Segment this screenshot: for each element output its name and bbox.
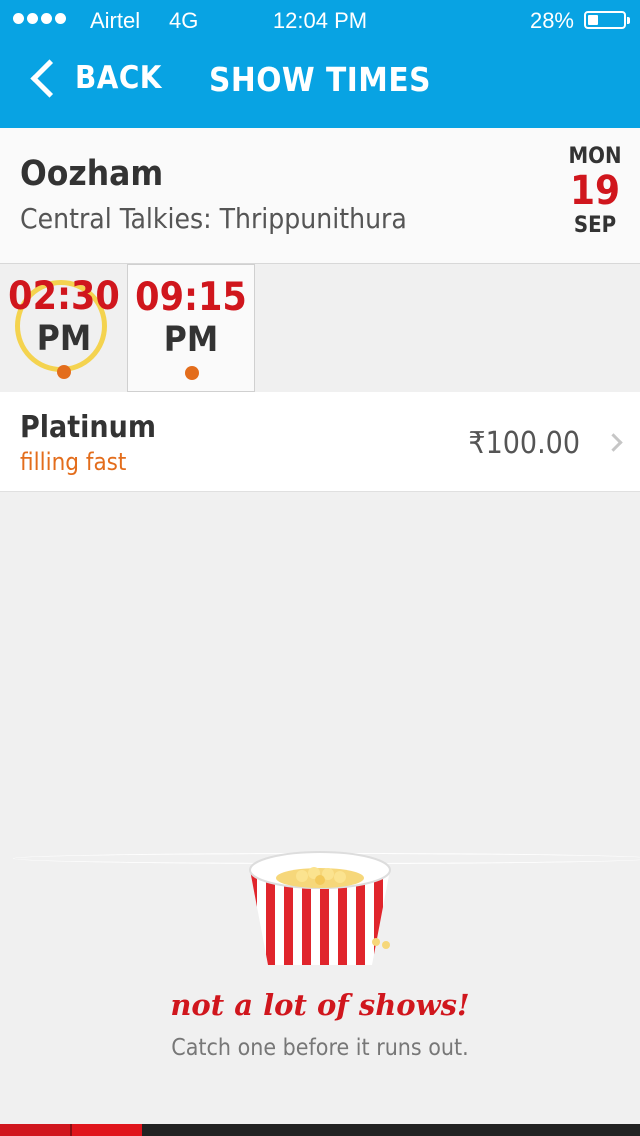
theatre-name: Central Talkies: Thrippunithura [20, 202, 407, 235]
battery-fill [588, 15, 598, 25]
chevron-right-icon [604, 433, 623, 452]
movie-title: Oozham [20, 154, 164, 194]
empty-state-tagline: not a lot of shows! [170, 988, 470, 1022]
page-title: SHOW TIMES [208, 60, 432, 99]
category-price: ₹100.00 [468, 426, 580, 461]
date-month: SEP [573, 213, 617, 238]
tab-indicator [70, 1124, 142, 1136]
tab-indicator [142, 1124, 640, 1136]
top-bar: Airtel 4G 12:04 PM 28% BACK SHOW TIMES [0, 0, 640, 864]
showtime-slot[interactable]: 09:15 PM [127, 264, 255, 392]
date-number: 19 [569, 168, 621, 214]
date-day: MON [568, 144, 622, 169]
showtime-time: 02:30 [8, 274, 120, 319]
bottom-tab-strip [0, 1124, 640, 1136]
showtime-list: 02:30 PM 09:15 PM [0, 264, 640, 392]
battery-icon [584, 11, 630, 29]
showtime-slot[interactable]: 02:30 PM [0, 264, 128, 392]
tab-indicator [0, 1124, 70, 1136]
showtime-period: PM [36, 319, 92, 359]
availability-dot-icon [57, 365, 71, 379]
screen: Airtel 4G 12:04 PM 28% BACK SHOW TIMES O… [0, 0, 640, 1136]
category-name: Platinum [20, 410, 156, 445]
seat-category-row[interactable]: Platinum filling fast ₹100.00 [0, 392, 640, 492]
movie-header: Oozham Central Talkies: Thrippunithura M… [0, 128, 640, 264]
date-badge: MON 19 SEP [555, 144, 635, 238]
showtime-time: 09:15 [135, 275, 247, 320]
category-status: filling fast [20, 448, 127, 476]
status-bar: Airtel 4G 12:04 PM 28% [0, 0, 640, 864]
showtime-period: PM [163, 320, 219, 360]
battery-percent: 28% [529, 8, 574, 33]
popcorn-icon [249, 851, 391, 965]
empty-state-subtext: Catch one before it runs out. [171, 1035, 469, 1061]
availability-dot-icon [185, 366, 199, 380]
